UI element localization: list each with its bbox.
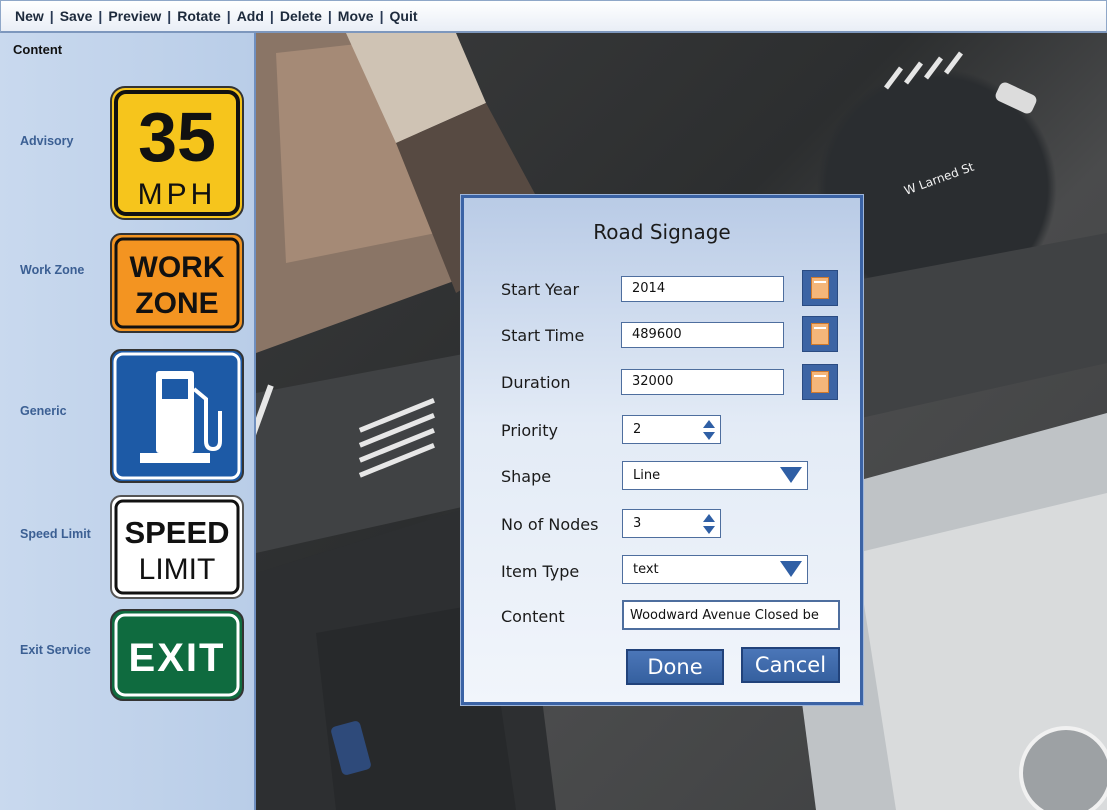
menu-quit[interactable]: Quit [384, 8, 424, 24]
content-field[interactable]: Woodward Avenue Closed be [622, 600, 840, 630]
exit-sign-text: EXIT [129, 636, 226, 680]
advisory-sign-number: 35 [138, 98, 216, 176]
map-parking-lines [884, 51, 963, 90]
menu-add[interactable]: Add [231, 8, 270, 24]
priority-value: 2 [633, 422, 642, 437]
category-label-speed-limit: Speed Limit [20, 527, 91, 541]
spin-arrows-icon[interactable] [702, 513, 716, 535]
no-of-nodes-label: No of Nodes [501, 515, 599, 534]
no-of-nodes-value: 3 [633, 516, 642, 531]
chevron-down-icon[interactable] [779, 465, 803, 485]
generic-sign[interactable] [110, 349, 244, 483]
shape-value: Line [633, 468, 661, 483]
calendar-icon [811, 323, 829, 345]
duration-field[interactable]: 32000 [621, 369, 784, 395]
start-time-label: Start Time [501, 326, 585, 345]
menu-preview[interactable]: Preview [102, 8, 167, 24]
chevron-down-icon[interactable] [779, 559, 803, 579]
start-time-field[interactable]: 489600 [621, 322, 784, 348]
speed-limit-sign[interactable]: SPEED LIMIT [110, 495, 244, 599]
calendar-icon [811, 277, 829, 299]
start-time-calendar-button[interactable] [802, 316, 838, 352]
category-label-generic: Generic [20, 404, 67, 418]
menu-move[interactable]: Move [332, 8, 380, 24]
advisory-sign-unit: MPH [138, 178, 217, 211]
category-label-work-zone: Work Zone [20, 263, 85, 277]
shape-label: Shape [501, 467, 552, 486]
start-year-calendar-button[interactable] [802, 270, 838, 306]
start-year-field[interactable]: 2014 [621, 276, 784, 302]
work-zone-sign-line1: WORK [130, 251, 225, 284]
sidebar-heading: Content [13, 42, 63, 57]
no-of-nodes-stepper[interactable]: 3 [622, 509, 721, 538]
menu-delete[interactable]: Delete [274, 8, 328, 24]
map-car [995, 82, 1037, 114]
menu-save[interactable]: Save [54, 8, 99, 24]
category-label-exit-service: Exit Service [20, 643, 91, 657]
menu-bar: New | Save | Preview | Rotate | Add | De… [0, 0, 1107, 33]
map-street-label: W Larned St [902, 160, 976, 198]
dialog-title: Road Signage [593, 220, 731, 244]
content-label: Content [501, 607, 565, 626]
done-button[interactable]: Done [626, 649, 724, 685]
exit-service-sign[interactable]: EXIT [110, 609, 244, 701]
content-sidebar: Content Advisory Work Zone Generic Speed… [0, 33, 256, 810]
work-zone-sign[interactable]: WORK ZONE [110, 233, 244, 333]
calendar-icon [811, 371, 829, 393]
priority-stepper[interactable]: 2 [622, 415, 721, 444]
speed-limit-sign-line2: LIMIT [139, 553, 216, 586]
start-year-label: Start Year [501, 280, 580, 299]
advisory-sign[interactable]: 35 MPH [110, 86, 244, 220]
road-signage-dialog: Road Signage Start Year 2014 Start Time … [461, 195, 863, 705]
category-label-advisory: Advisory [20, 134, 74, 148]
work-zone-sign-line2: ZONE [135, 287, 218, 320]
spin-arrows-icon[interactable] [702, 419, 716, 441]
menu-new[interactable]: New [9, 8, 50, 24]
duration-label: Duration [501, 373, 571, 392]
shape-dropdown[interactable]: Line [622, 461, 808, 490]
duration-calendar-button[interactable] [802, 364, 838, 400]
speed-limit-sign-line1: SPEED [124, 515, 229, 550]
item-type-dropdown[interactable]: text [622, 555, 808, 584]
item-type-value: text [633, 562, 659, 577]
map-rooftop-fan [1019, 726, 1107, 810]
menu-rotate[interactable]: Rotate [171, 8, 227, 24]
priority-label: Priority [501, 421, 558, 440]
item-type-label: Item Type [501, 562, 580, 581]
cancel-button[interactable]: Cancel [741, 647, 840, 683]
